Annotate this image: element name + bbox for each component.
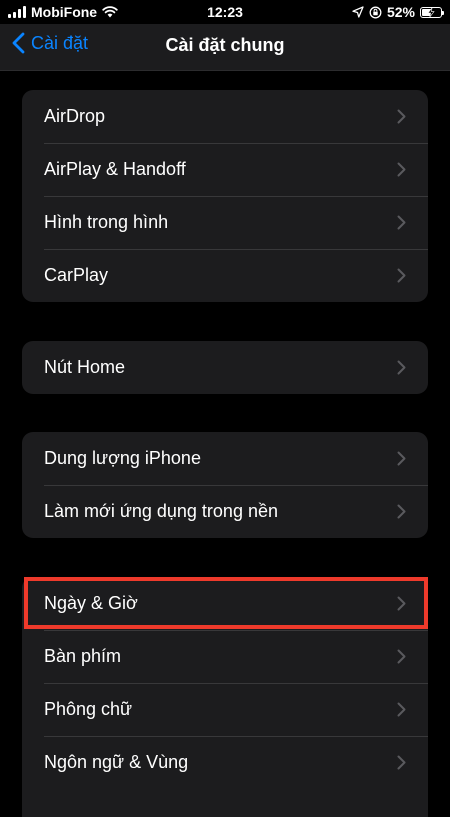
row-label: Nút Home [44, 357, 126, 377]
row-label: CarPlay [44, 265, 109, 285]
chevron-right-icon [397, 360, 406, 375]
row-label: Phông chữ [44, 699, 133, 719]
settings-row-home-button[interactable]: Nút Home [22, 341, 428, 394]
chevron-right-icon [397, 268, 406, 283]
settings-row-keyboard[interactable]: Bàn phím [22, 630, 428, 683]
chevron-right-icon [397, 755, 406, 770]
row-label: Ngôn ngữ & Vùng [44, 752, 189, 772]
settings-row-carplay[interactable]: CarPlay [22, 249, 428, 302]
chevron-right-icon [397, 649, 406, 664]
chevron-right-icon [397, 162, 406, 177]
row-label: Làm mới ứng dụng trong nền [44, 501, 278, 521]
row-label: AirPlay & Handoff [44, 159, 186, 179]
battery-icon [420, 6, 444, 18]
row-label: Dung lượng iPhone [44, 448, 201, 468]
settings-row-date-time[interactable]: Ngày & Giờ [22, 577, 428, 630]
chevron-left-icon [12, 32, 25, 54]
settings-group-home-button: Nút Home [22, 341, 428, 394]
settings-row-background-app-refresh[interactable]: Làm mới ứng dụng trong nền [22, 485, 428, 538]
status-right: 52% [352, 4, 444, 20]
chevron-right-icon [397, 451, 406, 466]
chevron-right-icon [397, 109, 406, 124]
navigation-bar: Cài đặt Cài đặt chung [0, 24, 450, 71]
row-label: Ngày & Giờ [44, 593, 138, 613]
row-label: AirDrop [44, 106, 106, 126]
settings-row-fonts[interactable]: Phông chữ [22, 683, 428, 736]
chevron-right-icon [397, 504, 406, 519]
settings-row-iphone-storage[interactable]: Dung lượng iPhone [22, 432, 428, 485]
orientation-lock-icon [369, 6, 382, 18]
settings-group-connectivity: AirDrop AirPlay & Handoff Hình trong hìn… [22, 90, 428, 302]
chevron-right-icon [397, 702, 406, 717]
row-label: Bàn phím [44, 646, 122, 666]
settings-row-language-region[interactable]: Ngôn ngữ & Vùng [22, 736, 428, 789]
settings-row-airdrop[interactable]: AirDrop [22, 90, 428, 143]
chevron-right-icon [397, 596, 406, 611]
settings-row-picture-in-picture[interactable]: Hình trong hình [22, 196, 428, 249]
battery-percent: 52% [386, 4, 415, 20]
settings-group-locale: Ngày & Giờ Bàn phím Phông chữ Ngôn ngữ &… [22, 577, 428, 817]
back-button[interactable]: Cài đặt [12, 32, 88, 54]
status-bar: MobiFone 12:23 52% [0, 0, 450, 24]
back-button-label: Cài đặt [31, 32, 89, 53]
chevron-right-icon [397, 215, 406, 230]
location-arrow-icon [352, 6, 364, 18]
row-label: Hình trong hình [44, 212, 169, 232]
settings-row-airplay-handoff[interactable]: AirPlay & Handoff [22, 143, 428, 196]
settings-group-storage: Dung lượng iPhone Làm mới ứng dụng trong… [22, 432, 428, 538]
